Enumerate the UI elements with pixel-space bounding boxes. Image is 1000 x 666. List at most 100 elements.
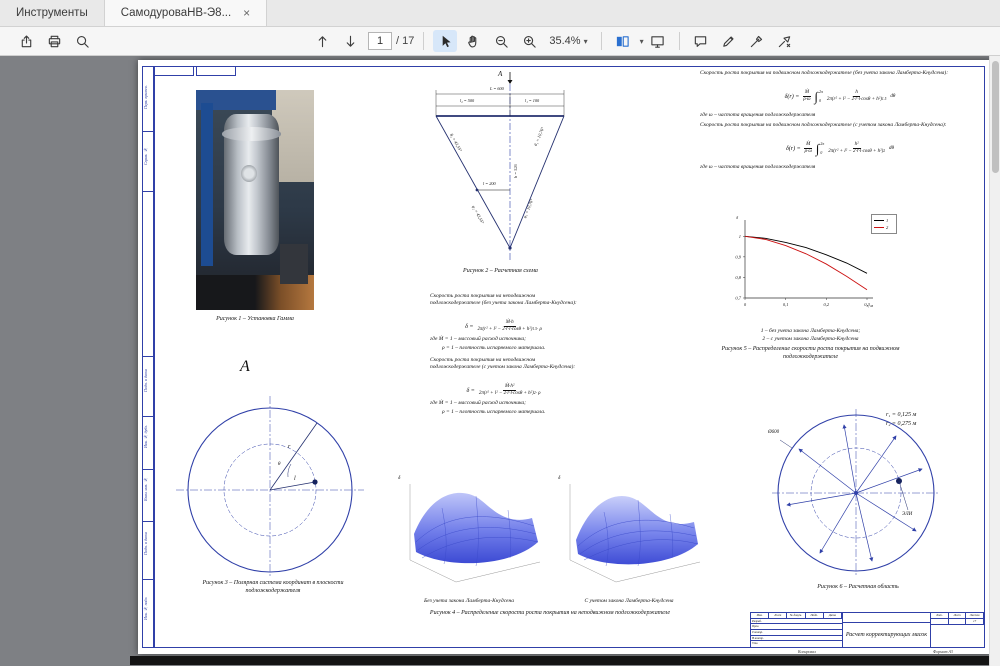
fraction: Ṁ·h² 2π(r² + l² − 2·r·l·cosθ + h²)2· ρ [478, 384, 542, 397]
document-viewer: Перв. примен. Справ. № Подп. и дата Инв.… [0, 56, 1000, 666]
text-static-2: Скорость роста покрытия на неподвижном п… [430, 357, 578, 371]
stamp-label: Подп. и дата [143, 517, 153, 571]
title-block-left: Изм. Лист № докум. Подп. Дата Разраб. Пр… [751, 613, 843, 647]
stamp-label: Перв. примен. [143, 70, 153, 124]
title-block-right: Лит. Лист Листов 17 [931, 613, 984, 647]
page-up-icon [315, 34, 330, 49]
radius-2-label: r₂ = 0,275 м [886, 421, 916, 427]
fraction: h 2π(r² + l² − 2·r·l·cosθ + h²)1.5 [826, 90, 888, 103]
previous-page-button[interactable] [310, 30, 334, 52]
section-mark-a: А [498, 70, 502, 78]
next-page-button[interactable] [338, 30, 362, 52]
where-line-4: ρ = 1 – плотность испаряемого материала. [442, 409, 590, 416]
vertical-scrollbar-track[interactable] [989, 56, 1000, 666]
fraction: Ṁ·h 2π(r² + l² − 2·r·l·cosθ + h²)1.5· ρ [476, 320, 542, 333]
fig5-legend-text-1: 1 – без учета закона Ламберта-Кнудсена; [713, 328, 908, 335]
legend-line-2 [874, 227, 884, 228]
svg-text:0,7: 0,7 [735, 296, 741, 302]
svg-text:1: 1 [739, 234, 741, 239]
fig2-caption: Рисунок 2 – Расчетная схема [428, 268, 573, 276]
hand-tool-button[interactable] [461, 30, 485, 52]
radius-1-label: r₁ = 0,125 м [886, 412, 916, 418]
fig2-scheme: L = 600 l₂ = 500 l₁ = 100 l = 200 h = 52… [428, 70, 573, 270]
formula-lhs: δ(r) = [786, 146, 801, 152]
z-axis-label: δ [398, 476, 400, 481]
ink-sign-icon [777, 34, 792, 49]
reading-mode-button[interactable] [646, 30, 670, 52]
tb-col: Изм. [751, 613, 769, 618]
certificates-button[interactable] [773, 30, 797, 52]
tab-bar: Инструменты СамодуроваНВ-Э8... × [0, 0, 1000, 27]
fig4-left-caption: Без учета закона Ламберта-Кнудсена [390, 598, 548, 605]
svg-text:0: 0 [744, 302, 747, 307]
dim-L: L = 600 [490, 86, 504, 91]
sheet-value [949, 619, 967, 624]
acrobat-window: Инструменты СамодуроваНВ-Э8... × [0, 0, 1000, 666]
tab-tools[interactable]: Инструменты [0, 0, 104, 26]
reading-mode-icon [650, 34, 665, 49]
page-display-button[interactable] [611, 30, 635, 52]
formula-lhs: δ(r) = [785, 94, 800, 100]
lit-value [931, 619, 949, 624]
fig5-legend-box: 1 2 [871, 214, 897, 234]
diameter-label: Ø600 [768, 430, 779, 435]
tb-col: Дата [824, 613, 842, 618]
fill-sign-button[interactable] [745, 30, 769, 52]
fig4-surface-right: δ [550, 472, 708, 596]
page-number-input[interactable] [368, 32, 392, 50]
pencil-button[interactable] [717, 30, 741, 52]
toolbar-divider [423, 32, 424, 50]
vertical-scrollbar-thumb[interactable] [992, 61, 999, 173]
where-line-3: где Ṁ = 1 – массовый расход источника; [430, 400, 578, 407]
chevron-down-icon: ▾ [584, 37, 588, 46]
formula-lhs: δ = [466, 388, 474, 394]
tab-document[interactable]: СамодуроваНВ-Э8... × [104, 0, 267, 26]
label-l: l [294, 476, 296, 482]
text-rotating-note-2: где ω – частота вращения подложкодержате… [700, 164, 980, 171]
close-tab-icon[interactable]: × [243, 6, 250, 20]
tb-row-label: Т.контр. [751, 630, 763, 635]
title-block-middle: Расчет корректирующих масок [843, 613, 931, 647]
tb-row-label: Пров. [751, 624, 759, 629]
formula-rotating-no-knudsen: δ(r) = Ṁ ρ·ω ∫ 2π0 h 2π(r² + l² − 2·r·l·… [700, 90, 980, 103]
chevron-down-icon[interactable]: ▾ [640, 37, 644, 46]
integral: ∫ 2π0 [816, 142, 824, 155]
fig3-caption: Рисунок 3 – Полярная система координат в… [188, 580, 358, 595]
zoom-level-value: 35.4% [549, 35, 580, 47]
toolbar-divider [601, 32, 602, 50]
where-line-2: ρ = 1 – плотность испаряемого материала. [442, 345, 590, 352]
print-button[interactable] [42, 30, 66, 52]
zoom-out-button[interactable] [489, 30, 513, 52]
where-line-1: где Ṁ = 1 – массовый расход источника; [430, 336, 578, 343]
equipment-photo [196, 90, 314, 310]
fig3-polar-system: А r l θ Рисунок 3 – Полярная система коо… [166, 352, 381, 598]
dim-l: l = 200 [483, 181, 496, 186]
document-title: Расчет корректирующих масок [843, 623, 930, 647]
fig4-caption: Рисунок 4 – Распределение скорости роста… [370, 610, 730, 618]
stamp-label: Справ. № [143, 130, 153, 182]
fig5-chart: 00,10,20,30,70,80,91δr, м 1 2 [721, 212, 899, 324]
zoom-level-dropdown[interactable]: 35.4% ▾ [545, 33, 591, 49]
organization-cell [931, 625, 984, 647]
fig6-area: Ø600 ЭЛИ Рисунок 6 – Расчетная область [768, 398, 948, 598]
select-tool-button[interactable] [433, 30, 457, 52]
share-button[interactable] [14, 30, 38, 52]
text-rotating-1: Скорость роста покрытия на подвижном под… [700, 70, 980, 77]
zoom-in-button[interactable] [517, 30, 541, 52]
stamp-label: Подп. и дата [143, 354, 153, 408]
comment-button[interactable] [689, 30, 713, 52]
fraction: Ṁ ρ·ω [804, 142, 813, 155]
legend-mark-1: 1 [886, 218, 888, 223]
fig4-right-caption: С учетом закона Ламберта-Кнудсена [550, 598, 708, 605]
pencil-icon [721, 34, 736, 49]
formula-static-knudsen: δ = Ṁ·h² 2π(r² + l² − 2·r·l·cosθ + h²)2·… [430, 384, 578, 397]
print-icon [47, 34, 62, 49]
share-icon [19, 34, 34, 49]
eli-label: ЭЛИ [902, 512, 912, 517]
svg-text:0,8: 0,8 [735, 275, 741, 281]
page-down-icon [343, 34, 358, 49]
svg-text:0,1: 0,1 [783, 302, 789, 308]
text-static-1: Скорость роста покрытия на неподвижном п… [430, 293, 578, 307]
search-button[interactable] [70, 30, 94, 52]
surface-plot-right [550, 472, 708, 596]
